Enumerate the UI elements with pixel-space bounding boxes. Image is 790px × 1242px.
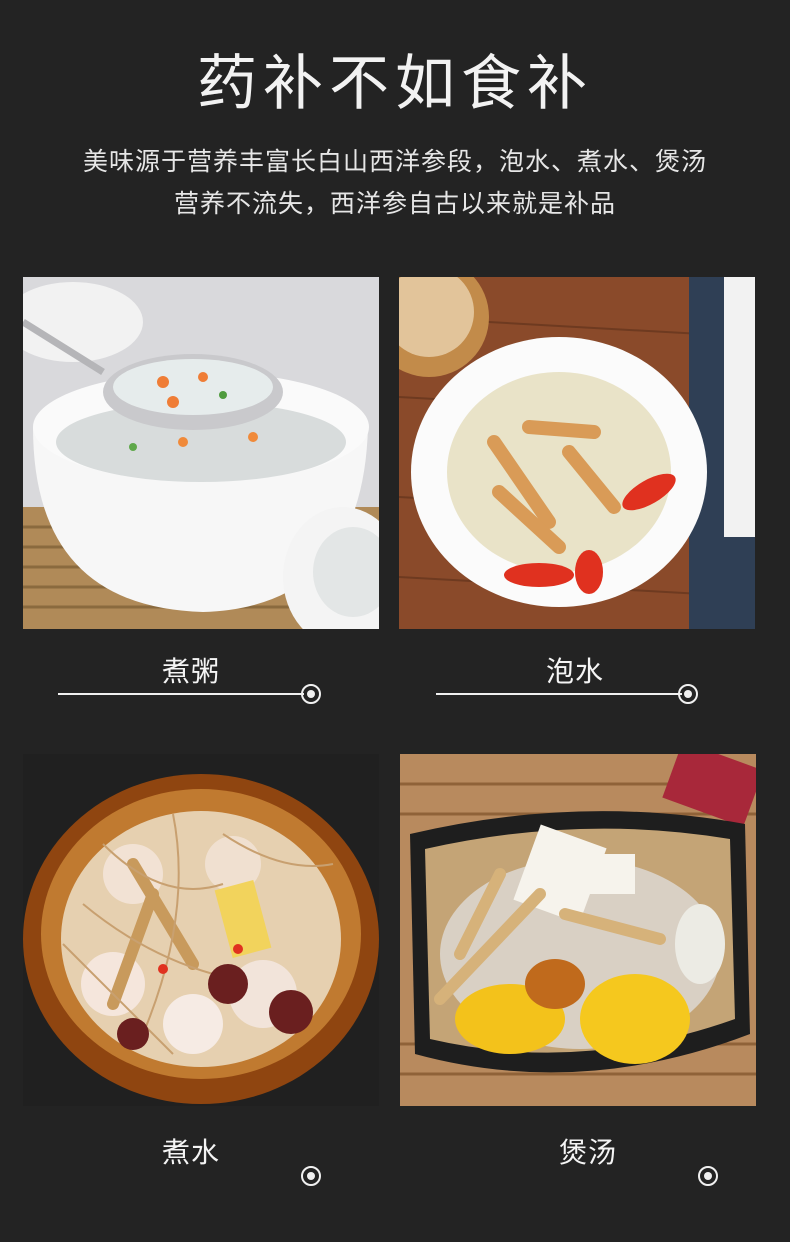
subtitle-line-1: 美味源于营养丰富长白山西洋参段，泡水、煮水、煲汤 bbox=[82, 147, 707, 176]
ginseng-tea-photo bbox=[399, 277, 755, 629]
target-circle-icon bbox=[698, 1166, 718, 1186]
porridge-photo bbox=[23, 277, 379, 629]
target-circle-icon bbox=[301, 684, 321, 704]
target-circle-icon bbox=[301, 1166, 321, 1186]
label-divider bbox=[58, 693, 304, 695]
subtitle-line-2: 营养不流失，西洋参自古以来就是补品 bbox=[173, 189, 616, 218]
label-divider bbox=[436, 693, 682, 695]
target-circle-icon bbox=[678, 684, 698, 704]
ginseng-pot-photo bbox=[23, 754, 379, 1106]
ginseng-soup-photo bbox=[400, 754, 756, 1106]
page-title: 药补不如食补 bbox=[197, 49, 593, 119]
card-label-soak: 泡水 bbox=[545, 655, 604, 688]
